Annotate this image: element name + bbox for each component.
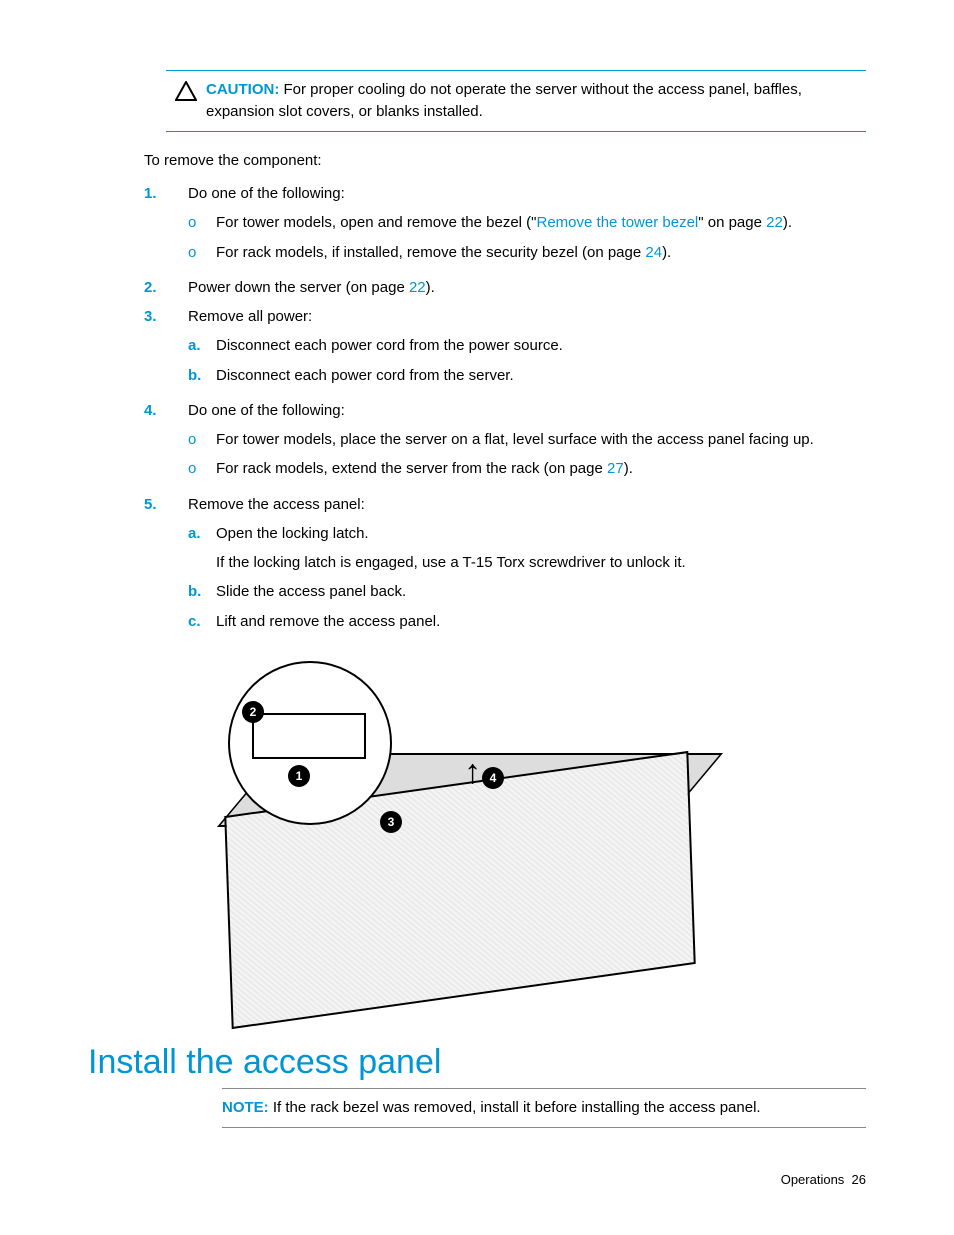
- section-heading: Install the access panel: [88, 1043, 866, 1082]
- sub-text: Lift and remove the access panel.: [216, 610, 866, 633]
- step-text: Remove all power:: [188, 308, 312, 325]
- intro-text: To remove the component:: [144, 150, 866, 173]
- step-number: 2.: [144, 276, 188, 299]
- sub-pre: For rack models, if installed, remove th…: [216, 244, 645, 261]
- step-text: Do one of the following:: [188, 402, 345, 419]
- sub-post: ).: [426, 279, 435, 296]
- annotation-2: 2: [242, 701, 264, 723]
- sub-text: Disconnect each power cord from the serv…: [216, 364, 866, 387]
- footer-page-number: 26: [852, 1172, 866, 1187]
- caution-label: CAUTION:: [206, 81, 279, 98]
- step-number: 4.: [144, 399, 188, 487]
- annotation-3: 3: [380, 811, 402, 833]
- caution-icon: [166, 79, 206, 101]
- page-link-22[interactable]: 22: [766, 214, 783, 231]
- caution-box: CAUTION: For proper cooling do not opera…: [166, 70, 866, 132]
- page-link-27[interactable]: 27: [607, 460, 624, 477]
- sub-mid: " on page: [698, 214, 766, 231]
- sub-post: ).: [662, 244, 671, 261]
- step-5: 5. Remove the access panel: a. Open the …: [144, 493, 866, 639]
- caution-body: For proper cooling do not operate the se…: [206, 81, 802, 120]
- arrow-up-icon: ↑: [464, 753, 481, 792]
- bullet-icon: o: [188, 241, 216, 264]
- locking-latch: [252, 713, 366, 759]
- bullet-icon: o: [188, 428, 216, 451]
- server-diagram: ↑ 1 2 3 4: [188, 653, 708, 1013]
- annotation-1: 1: [288, 765, 310, 787]
- sub-letter: a.: [188, 522, 216, 575]
- sub-post: ).: [624, 460, 633, 477]
- step-number: 3.: [144, 305, 188, 393]
- note-body: If the rack bezel was removed, install i…: [269, 1099, 761, 1116]
- sub-letter: b.: [188, 364, 216, 387]
- sub-item: o For tower models, open and remove the …: [188, 211, 866, 234]
- sub-pre: Power down the server (on page: [188, 279, 409, 296]
- step-number: 5.: [144, 493, 188, 639]
- step-3: 3. Remove all power: a. Disconnect each …: [144, 305, 866, 393]
- sub-item: b. Slide the access panel back.: [188, 580, 866, 603]
- sub-text: Slide the access panel back.: [216, 580, 866, 603]
- note-label: NOTE:: [222, 1099, 269, 1116]
- page-link-22[interactable]: 22: [409, 279, 426, 296]
- sub-letter: c.: [188, 610, 216, 633]
- link-remove-tower-bezel[interactable]: Remove the tower bezel: [537, 214, 699, 231]
- sub-text: For tower models, place the server on a …: [216, 428, 866, 451]
- sub-item: b. Disconnect each power cord from the s…: [188, 364, 866, 387]
- sub-pre: For rack models, extend the server from …: [216, 460, 607, 477]
- note-box: NOTE: If the rack bezel was removed, ins…: [222, 1088, 866, 1128]
- sub-item: o For tower models, place the server on …: [188, 428, 866, 451]
- footer-section: Operations: [781, 1172, 845, 1187]
- sub-text: Open the locking latch.: [216, 522, 866, 545]
- sub-item: c. Lift and remove the access panel.: [188, 610, 866, 633]
- sub-letter: b.: [188, 580, 216, 603]
- annotation-4: 4: [482, 767, 504, 789]
- step-text: Do one of the following:: [188, 185, 345, 202]
- steps-list: 1. Do one of the following: o For tower …: [144, 182, 866, 639]
- step-number: 1.: [144, 182, 188, 270]
- sub-item: a. Open the locking latch. If the lockin…: [188, 522, 866, 575]
- sub-item: o For rack models, extend the server fro…: [188, 457, 866, 480]
- sub-extra: If the locking latch is engaged, use a T…: [216, 551, 866, 574]
- sub-item: a. Disconnect each power cord from the p…: [188, 334, 866, 357]
- caution-text: CAUTION: For proper cooling do not opera…: [206, 79, 866, 123]
- page-footer: Operations 26: [781, 1172, 866, 1187]
- sub-item: o For rack models, if installed, remove …: [188, 241, 866, 264]
- step-1: 1. Do one of the following: o For tower …: [144, 182, 866, 270]
- step-2: 2. Power down the server (on page 22).: [144, 276, 866, 299]
- bullet-icon: o: [188, 211, 216, 234]
- sub-text: Disconnect each power cord from the powe…: [216, 334, 866, 357]
- page-link-24[interactable]: 24: [645, 244, 662, 261]
- sub-pre: For tower models, open and remove the be…: [216, 214, 537, 231]
- step-text: Remove the access panel:: [188, 496, 365, 513]
- step-4: 4. Do one of the following: o For tower …: [144, 399, 866, 487]
- sub-letter: a.: [188, 334, 216, 357]
- bullet-icon: o: [188, 457, 216, 480]
- sub-post: ).: [783, 214, 792, 231]
